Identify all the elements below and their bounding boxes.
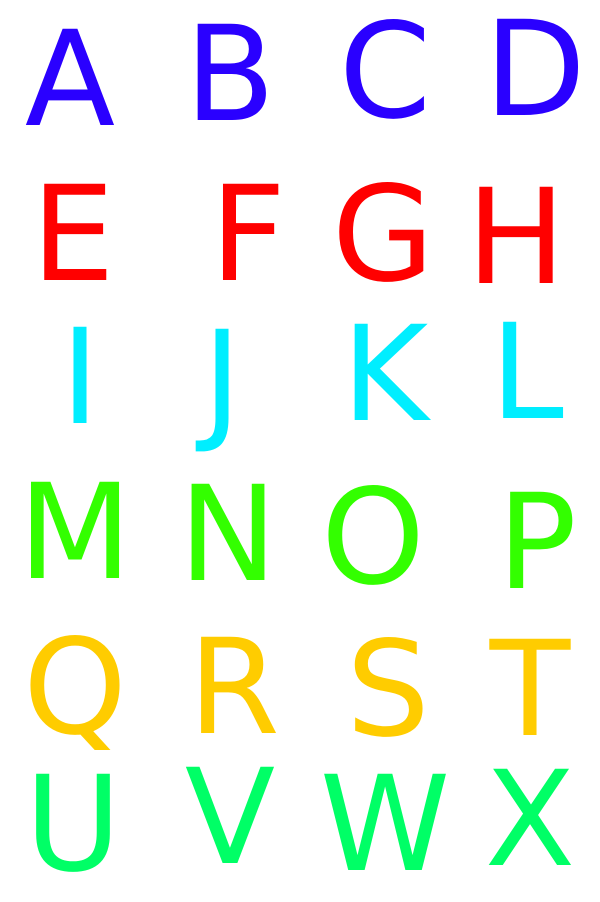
letter-k: K — [341, 298, 429, 452]
letter-q: Q — [23, 611, 127, 765]
letter-r: R — [188, 611, 280, 765]
letter-i: I — [60, 301, 100, 455]
letter-v: V — [184, 741, 276, 895]
letter-j: J — [202, 303, 242, 457]
letter-x: X — [484, 743, 576, 897]
letter-d: D — [484, 0, 586, 147]
letter-grid: ABCD EFGH IJKL MNOP QRST UVWX — [0, 0, 600, 900]
letter-g: G — [331, 158, 435, 312]
letter-b: B — [184, 0, 276, 152]
letter-m: M — [18, 456, 132, 610]
letter-l: L — [490, 296, 564, 450]
letter-c: C — [338, 0, 432, 149]
letter-t: T — [489, 613, 571, 767]
letter-a: A — [24, 3, 116, 157]
letter-o: O — [321, 461, 425, 615]
letter-e: E — [31, 158, 115, 312]
letter-s: S — [346, 613, 430, 767]
letter-f: F — [210, 158, 286, 312]
letter-h: H — [466, 161, 566, 315]
letter-p: P — [497, 466, 577, 620]
letter-u: U — [24, 748, 122, 902]
letter-w: W — [319, 748, 451, 902]
letter-n: N — [178, 458, 278, 612]
